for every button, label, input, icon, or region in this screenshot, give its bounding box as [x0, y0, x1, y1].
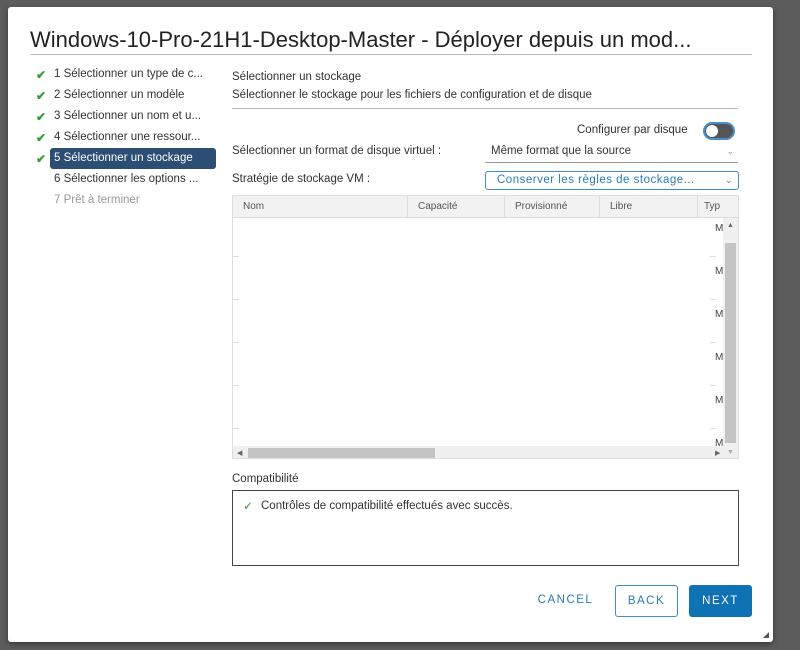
- datastore-table: Nom Capacité Provisionné Libre Typ MMMMM…: [232, 195, 739, 459]
- row-divider: [710, 428, 716, 429]
- wizard-step-label: 6 Sélectionner les options ...: [54, 173, 199, 185]
- wizard-step-3[interactable]: ✔ 3 Sélectionner un nom et u...: [36, 106, 216, 127]
- column-header-type[interactable]: Typ: [698, 196, 738, 218]
- compat-message: Contrôles de compatibilité effectués ave…: [261, 500, 513, 512]
- scroll-right-icon[interactable]: ▶: [715, 449, 720, 457]
- back-button[interactable]: BACK: [615, 585, 678, 617]
- wizard-step-label: 2 Sélectionner un modèle: [54, 89, 185, 101]
- column-header-name[interactable]: Nom: [233, 196, 408, 218]
- disk-format-value: Même format que la source: [491, 145, 631, 157]
- divider: [30, 54, 752, 55]
- dialog-title: Windows-10-Pro-21H1-Desktop-Master - Dép…: [30, 27, 692, 52]
- wizard-step-label: 1 Sélectionner un type de c...: [54, 68, 203, 80]
- wizard-step-5[interactable]: ✔ 5 Sélectionner un stockage: [36, 148, 216, 169]
- chevron-down-icon: ⌄: [724, 175, 733, 185]
- policy-value: Conserver les règles de stockage...: [497, 174, 695, 186]
- vertical-scroll-thumb[interactable]: [725, 243, 736, 443]
- resize-grip-icon[interactable]: [763, 632, 769, 638]
- scroll-down-icon[interactable]: ▼: [727, 449, 734, 456]
- vertical-scrollbar[interactable]: ▲: [723, 218, 738, 447]
- divider: [232, 108, 738, 109]
- scroll-left-icon[interactable]: ◀: [237, 449, 242, 457]
- column-header-free[interactable]: Libre: [600, 196, 698, 218]
- toggle-knob: [706, 125, 718, 137]
- check-icon: ✔: [36, 88, 47, 103]
- horizontal-scrollbar[interactable]: ◀ ▶ ▼: [233, 446, 738, 458]
- column-header-capacity[interactable]: Capacité: [408, 196, 505, 218]
- scroll-up-icon[interactable]: ▲: [727, 222, 734, 229]
- per-disk-label: Configurer par disque: [577, 124, 688, 136]
- check-icon: ✔: [36, 109, 47, 124]
- chevron-down-icon: ⌄: [726, 146, 734, 156]
- wizard-step-label: 3 Sélectionner un nom et u...: [54, 110, 202, 122]
- row-divider: [233, 428, 239, 429]
- storage-policy-dropdown[interactable]: Conserver les règles de stockage... ⌄: [485, 171, 739, 190]
- compat-label: Compatibilité: [232, 473, 299, 485]
- horizontal-scroll-thumb[interactable]: [248, 448, 435, 458]
- row-divider: [233, 299, 239, 300]
- row-divider: [233, 385, 239, 386]
- row-divider: [710, 342, 716, 343]
- policy-label: Stratégie de stockage VM :: [232, 173, 371, 185]
- check-icon: ✔: [36, 67, 47, 82]
- section-subheading: Sélectionner le stockage pour les fichie…: [232, 89, 592, 101]
- check-icon: ✓: [243, 499, 254, 513]
- row-divider: [710, 385, 716, 386]
- wizard-step-2[interactable]: ✔ 2 Sélectionner un modèle: [36, 85, 216, 106]
- disk-format-label: Sélectionner un format de disque virtuel…: [232, 145, 442, 157]
- row-divider: [710, 299, 716, 300]
- next-button[interactable]: NEXT: [689, 585, 752, 617]
- compat-box: ✓ Contrôles de compatibilité effectués a…: [232, 490, 739, 566]
- section-heading: Sélectionner un stockage: [232, 71, 362, 83]
- wizard-step-6[interactable]: 6 Sélectionner les options ...: [36, 169, 216, 190]
- wizard-step-label: 7 Prêt à terminer: [54, 194, 140, 206]
- row-divider: [710, 256, 716, 257]
- disk-format-select[interactable]: Même format que la source ⌄: [485, 143, 738, 163]
- deploy-dialog: Windows-10-Pro-21H1-Desktop-Master - Dép…: [8, 7, 773, 642]
- wizard-step-label: 4 Sélectionner une ressour...: [54, 131, 201, 143]
- table-header: Nom Capacité Provisionné Libre Typ: [233, 196, 738, 218]
- wizard-step-1[interactable]: ✔ 1 Sélectionner un type de c...: [36, 64, 216, 85]
- per-disk-toggle[interactable]: [703, 122, 735, 140]
- row-divider: [233, 256, 239, 257]
- wizard-step-4[interactable]: ✔ 4 Sélectionner une ressour...: [36, 127, 216, 148]
- wizard-step-7[interactable]: 7 Prêt à terminer: [36, 190, 216, 211]
- row-divider: [233, 342, 239, 343]
- check-icon: ✔: [36, 151, 47, 166]
- cancel-button[interactable]: CANCEL: [528, 585, 603, 617]
- column-header-provisioned[interactable]: Provisionné: [505, 196, 600, 218]
- wizard-step-label: 5 Sélectionner un stockage: [50, 148, 216, 169]
- check-icon: ✔: [36, 130, 47, 145]
